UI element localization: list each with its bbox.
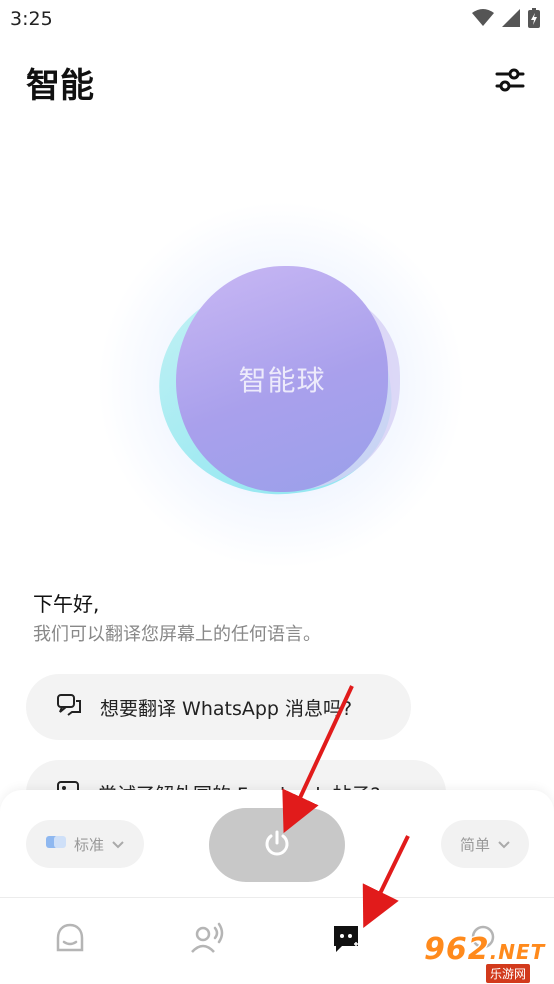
status-bar: 3:25 [0, 0, 554, 38]
translate-mode-icon [45, 834, 66, 854]
nav-item-smart[interactable] [326, 920, 366, 960]
ghost-chat-icon [330, 922, 362, 958]
chevron-down-icon [112, 835, 124, 853]
sliders-icon [495, 67, 525, 97]
status-icons [472, 8, 540, 32]
greeting-title: 下午好, [33, 592, 100, 616]
face-icon [54, 922, 86, 958]
mode-label: 标准 [73, 835, 104, 854]
suggestion-whatsapp[interactable]: 想要翻译 WhatsApp 消息吗? [26, 674, 411, 740]
nav-divider [0, 897, 554, 898]
greeting-subtitle: 我们可以翻译您屏幕上的任何语言。 [33, 624, 321, 645]
page-title: 智能 [26, 66, 94, 106]
status-time: 3:25 [10, 8, 53, 30]
nav-item-home[interactable] [50, 920, 90, 960]
settings-button[interactable] [488, 60, 532, 104]
voice-user-icon [190, 922, 226, 958]
site-watermark: 962.NET 乐游网 [416, 928, 554, 984]
mode-selector[interactable]: 标准 [26, 820, 144, 868]
signal-icon [502, 9, 520, 31]
watermark-logo: 962.NET [424, 932, 546, 967]
nav-item-voice[interactable] [188, 920, 228, 960]
power-button[interactable] [209, 808, 345, 882]
orb-label: 智能球 [238, 364, 326, 397]
wifi-icon [472, 9, 494, 31]
chevron-down-icon [498, 835, 510, 853]
battery-icon [528, 8, 540, 32]
chat-bubbles-icon [56, 693, 82, 721]
power-icon [262, 828, 292, 862]
style-label: 简单 [459, 835, 490, 854]
style-selector[interactable]: 简单 [441, 820, 529, 868]
suggestion-label: 想要翻译 WhatsApp 消息吗? [100, 697, 353, 720]
watermark-sub: 乐游网 [486, 964, 531, 983]
smart-orb[interactable]: 智能球 [176, 266, 388, 492]
